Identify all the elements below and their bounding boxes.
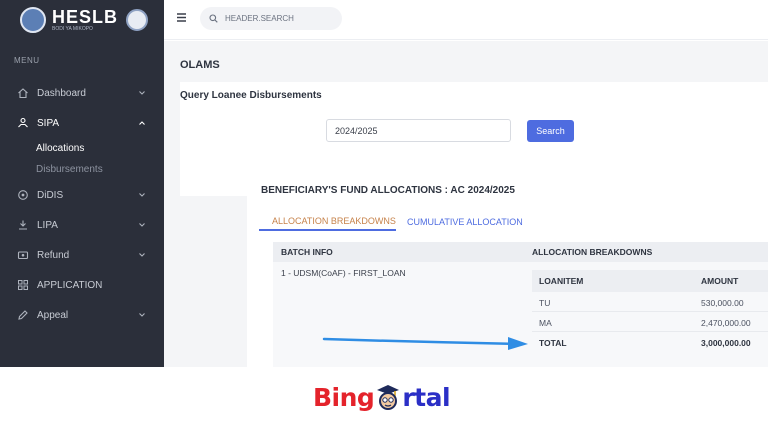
total-row: TOTAL 3,000,000.00 [532,332,768,352]
sidebar-item-label: Refund [37,249,70,261]
logo-name: HESLB [52,7,119,27]
chevron-up-icon [139,121,145,125]
sidebar-item-label: LIPA [37,219,58,231]
hand-coins-icon [17,117,29,129]
refund-icon [17,249,29,261]
sidebar-item-label: Dashboard [37,87,86,99]
table-row: MA 2,470,000.00 [532,312,768,332]
search-icon [209,14,218,23]
total-amount: 3,000,000.00 [701,338,751,348]
logo-tagline: BODI YA MIKOPO [52,26,93,32]
brand-suffix: rtal [402,382,451,412]
sidebar-item-label: SIPA [37,117,60,129]
sidebar-item-refund[interactable]: Refund [0,240,164,270]
tab-allocation-breakdowns[interactable]: ALLOCATION BREAKDOWNS [259,213,396,231]
breakdown-header: LOANITEM AMOUNT [532,270,768,292]
sidebar-item-sipa[interactable]: SIPA [0,108,164,138]
sidebar-item-appeal[interactable]: Appeal [0,300,164,330]
screenshot-frame: HESLB BODI YA MIKOPO MENU Dashboard SIPA… [0,0,768,432]
result-title: BENEFICIARY'S FUND ALLOCATIONS : AC 2024… [261,185,515,196]
app-logo[interactable]: HESLB BODI YA MIKOPO [0,0,164,40]
breakdown-table: LOANITEM AMOUNT TU 530,000.00 MA 2,470,0… [532,270,768,352]
brand-banner: Bing rtal [0,367,768,432]
menu-caption: MENU [14,56,40,65]
mascot-logo-icon [20,7,46,33]
column-header-allocation-breakdowns: ALLOCATION BREAKDOWNS [532,247,653,257]
sidebar-subitem-allocations[interactable]: Allocations [0,138,164,159]
logo-text-block: HESLB BODI YA MIKOPO [52,8,118,32]
sidebar-item-label: APPLICATION [37,279,103,291]
column-header-amount: AMOUNT [701,276,739,286]
table-header: BATCH INFO ALLOCATION BREAKDOWNS [273,242,768,262]
seal-icon [126,9,149,31]
sidebar-item-lipa[interactable]: LIPA [0,210,164,240]
grid-icon [17,279,29,291]
brand-logo: Bing rtal [313,377,451,417]
annotation-arrow-icon [322,337,528,350]
pencil-icon [17,309,29,321]
loan-item: MA [539,318,552,328]
top-bar: HEADER.SEARCH [164,0,768,40]
sidebar-item-didis[interactable]: DiDIS [0,180,164,210]
sidebar-item-label: DiDIS [37,189,64,201]
loan-item: TU [539,298,551,308]
search-placeholder: HEADER.SEARCH [225,14,294,23]
chevron-down-icon [139,193,145,197]
table-row: TU 530,000.00 [532,292,768,312]
sidebar-item-label: Appeal [37,309,69,321]
sidebar: HESLB BODI YA MIKOPO MENU Dashboard SIPA… [0,0,164,367]
network-icon [17,189,29,201]
chevron-down-icon [139,91,145,95]
main-content: OLAMS Query Loanee Disbursements 2024/20… [164,41,768,367]
loan-amount: 2,470,000.00 [701,318,751,328]
column-header-batch-info: BATCH INFO [281,247,333,257]
chevron-down-icon [139,223,145,227]
column-header-loanitem: LOANITEM [539,276,584,286]
chevron-down-icon [139,253,145,257]
home-icon [17,87,29,99]
payment-icon [17,219,29,231]
sidebar-item-application[interactable]: APPLICATION [0,270,164,300]
query-title: Query Loanee Disbursements [180,90,322,101]
chevron-down-icon [139,313,145,317]
loan-amount: 530,000.00 [701,298,744,308]
sidebar-item-dashboard[interactable]: Dashboard [0,78,164,108]
page-title: OLAMS [180,59,220,71]
header-search-input[interactable]: HEADER.SEARCH [200,7,342,30]
brand-prefix: Bing [313,382,375,412]
search-button[interactable]: Search [527,120,574,142]
academic-year-input[interactable]: 2024/2025 [326,119,511,142]
sidebar-subitem-disbursements[interactable]: Disbursements [0,159,164,180]
total-label: TOTAL [539,338,567,348]
hamburger-menu-icon[interactable] [176,12,187,23]
tab-cumulative-allocation[interactable]: CUMULATIVE ALLOCATION [407,213,523,231]
batch-info-cell: 1 - UDSM(CoAF) - FIRST_LOAN [281,268,406,278]
graduate-mascot-icon [375,382,401,412]
